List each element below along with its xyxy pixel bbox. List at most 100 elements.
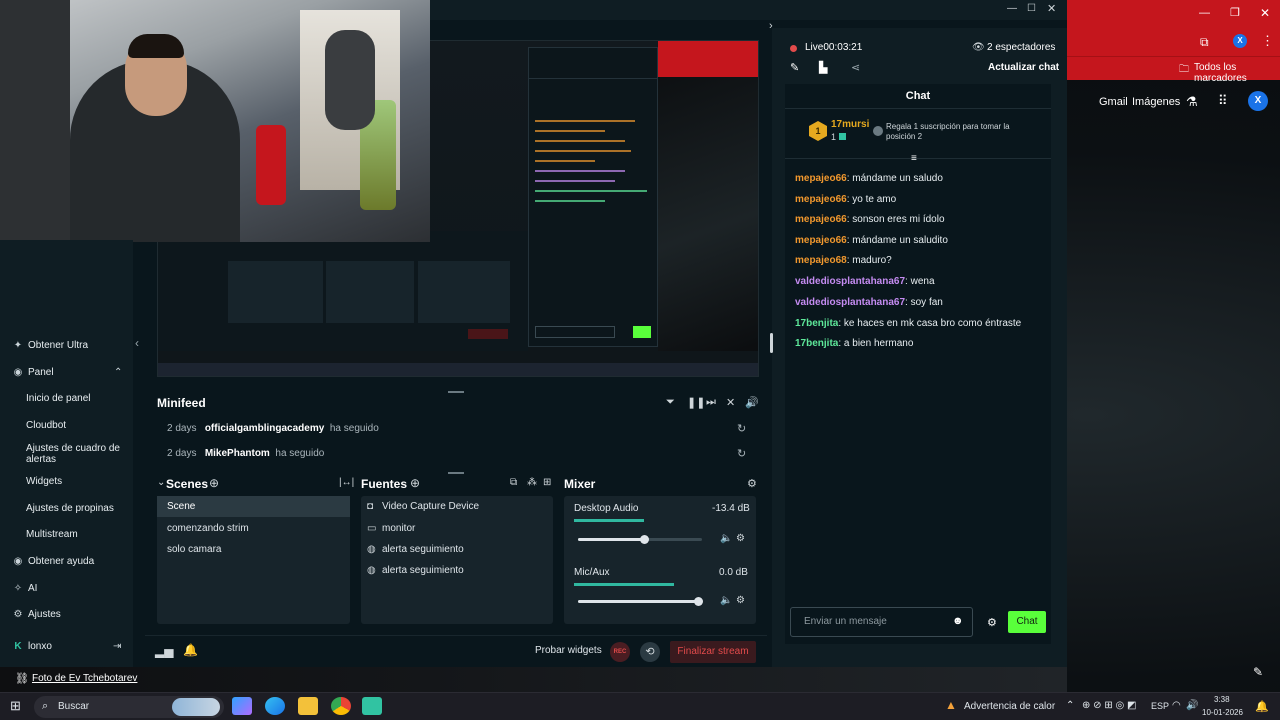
sidebar-item-cloudbot[interactable]: Cloudbot [0, 413, 133, 437]
chevron-up-icon[interactable]: ⌃ [1066, 700, 1074, 711]
chat-username[interactable]: 17benjita [795, 318, 838, 329]
wifi-icon[interactable]: ◠ [1172, 700, 1181, 711]
dashboard-icon[interactable]: ▙ [819, 61, 827, 74]
end-stream-button[interactable]: Finalizar stream [670, 641, 756, 663]
maximize-icon[interactable]: ☐ [1027, 3, 1036, 14]
source-item[interactable]: monitor [382, 523, 415, 534]
minimize-icon[interactable]: — [1007, 3, 1017, 14]
filter-icon[interactable]: ⏷ [666, 396, 675, 409]
collapse-leaderboard-icon[interactable]: ≡ [911, 153, 917, 164]
volume-slider-knob[interactable] [640, 535, 649, 544]
labs-icon[interactable]: ⚗ [1186, 94, 1198, 110]
sidebar-item-ai[interactable]: ✧ AI [0, 576, 133, 600]
sidebar-item-inicio[interactable]: Inicio de panel [0, 386, 133, 410]
taskbar-search[interactable]: ⌕ Buscar [34, 696, 224, 718]
group-icon[interactable]: ⁂ [527, 477, 537, 488]
maximize-icon[interactable]: ❐ [1230, 6, 1240, 19]
chat-settings-icon[interactable]: ⚙ [987, 616, 997, 629]
gear-icon[interactable]: ⚙ [747, 477, 757, 490]
google-avatar[interactable]: X [1248, 91, 1268, 111]
sidebar-item-tips[interactable]: Ajustes de propinas [0, 496, 133, 520]
replay-icon[interactable]: ↻ [737, 447, 746, 460]
file-explorer-icon[interactable] [298, 697, 318, 715]
replay-buffer-icon[interactable]: ⟲ [640, 642, 660, 662]
photo-credit-link[interactable]: Foto de Ev Tchebotarev [32, 673, 137, 684]
bookmarks-label[interactable]: Todos los marcadores [1194, 62, 1280, 84]
chat-username[interactable]: mepajeo66 [795, 214, 847, 225]
sidebar-user[interactable]: Klonxo ⇥ [0, 634, 133, 658]
folder-icon[interactable]: ⧉ [510, 477, 517, 488]
source-item[interactable]: alerta seguimiento [382, 544, 464, 555]
add-scene-icon[interactable]: ⊕ [209, 476, 219, 490]
clock-date[interactable]: 10-01-2026 [1202, 708, 1243, 717]
add-source-icon[interactable]: ⊕ [410, 476, 420, 490]
gift-prompt[interactable]: Regala 1 suscripción para tomar la posic… [886, 122, 1036, 142]
scene-item[interactable]: comenzando strim [167, 523, 249, 534]
close-icon[interactable]: ✕ [1047, 2, 1056, 15]
sidebar-item-help[interactable]: ◉ Obtener ayuda [0, 549, 133, 573]
sidebar-item-alertbox[interactable]: Ajustes de cuadro de alertas [0, 440, 133, 468]
sidebar-item-settings[interactable]: ⚙ Ajustes [0, 602, 133, 626]
language-indicator[interactable]: ESP [1151, 701, 1169, 711]
tray-icons[interactable]: ⊕ ⊘ ⊞ ◎ ◩ [1082, 700, 1136, 711]
collapse-sidebar-icon[interactable]: ‹ [135, 336, 139, 350]
bell-icon[interactable]: 🔔 [183, 643, 198, 657]
edit-stream-icon[interactable]: ✎ [790, 61, 799, 74]
volume-slider-knob[interactable] [694, 597, 703, 606]
source-item[interactable]: alerta seguimiento [382, 565, 464, 576]
logout-icon[interactable]: ⇥ [113, 641, 121, 652]
scene-item[interactable]: solo camara [167, 544, 221, 555]
gear-icon[interactable]: ⚙ [736, 533, 745, 544]
mute-alerts-icon[interactable]: ✕ [726, 396, 735, 409]
update-chat-button[interactable]: Actualizar chat [988, 62, 1059, 73]
edit-icon[interactable]: ✎ [1253, 665, 1263, 679]
sidebar-item-multistream[interactable]: Multistream [0, 522, 133, 546]
windows-start-icon[interactable]: ⊞ [10, 698, 21, 714]
speaker-icon[interactable]: 🔈 [720, 533, 732, 544]
speaker-icon[interactable]: 🔈 [720, 595, 732, 606]
stats-icon[interactable]: ▂▅ [155, 644, 173, 658]
browser-menu-icon[interactable]: ⋮ [1261, 33, 1274, 49]
replay-icon[interactable]: ↻ [737, 422, 746, 435]
chat-username[interactable]: mepajeo66 [795, 194, 847, 205]
drag-handle[interactable] [448, 391, 464, 393]
copilot-icon[interactable] [232, 697, 252, 715]
scene-item[interactable]: Scene [167, 501, 195, 512]
minimize-icon[interactable]: — [1199, 7, 1210, 19]
top-supporter-name[interactable]: 17mursi [831, 119, 869, 130]
gmail-link[interactable]: Gmail [1099, 96, 1128, 108]
pause-icon[interactable]: ❚❚ [687, 396, 705, 409]
volume-icon[interactable]: 🔊 [1186, 700, 1198, 711]
test-widgets-button[interactable]: Probar widgets [535, 645, 602, 656]
edge-icon[interactable] [265, 697, 285, 715]
apps-grid-icon[interactable]: ⠿ [1218, 93, 1228, 109]
chat-username[interactable]: valdediosplantahana67 [795, 276, 905, 287]
source-item[interactable]: Video Capture Device [382, 501, 479, 512]
chevron-down-icon[interactable]: ⌄ [157, 477, 165, 488]
send-chat-button[interactable]: Chat [1008, 611, 1046, 633]
notification-icon[interactable]: 🔔 [1255, 700, 1269, 713]
extensions-icon[interactable]: ⧉ [1200, 35, 1209, 50]
record-button[interactable]: REC [610, 642, 630, 662]
add-folder-icon[interactable]: ⊞ [543, 477, 551, 488]
share-icon[interactable]: ⋖ [851, 61, 860, 74]
chat-username[interactable]: mepajeo68 [795, 255, 847, 266]
chat-input[interactable]: Enviar un mensaje ☻ [790, 607, 973, 637]
transition-icon[interactable]: |↔| [339, 477, 354, 488]
sidebar-item-panel[interactable]: ◉ Panel ⌃ [0, 360, 133, 384]
images-link[interactable]: Imágenes [1132, 96, 1180, 108]
chat-username[interactable]: valdediosplantahana67 [795, 297, 905, 308]
profile-avatar[interactable]: X [1233, 34, 1247, 48]
sidebar-item-ultra[interactable]: ✦ Obtener Ultra [0, 333, 133, 357]
chrome-icon[interactable] [331, 697, 351, 715]
volume-icon[interactable]: 🔊 [745, 396, 759, 409]
chat-username[interactable]: mepajeo66 [795, 235, 847, 246]
drag-handle[interactable] [448, 472, 464, 474]
gear-icon[interactable]: ⚙ [736, 595, 745, 606]
chat-username[interactable]: mepajeo66 [795, 173, 847, 184]
splitter-handle[interactable] [770, 333, 773, 353]
streamlabs-icon[interactable] [362, 697, 382, 715]
chat-username[interactable]: 17benjita [795, 338, 838, 349]
sidebar-item-widgets[interactable]: Widgets [0, 469, 133, 493]
emoji-icon[interactable]: ☻ [952, 615, 964, 627]
